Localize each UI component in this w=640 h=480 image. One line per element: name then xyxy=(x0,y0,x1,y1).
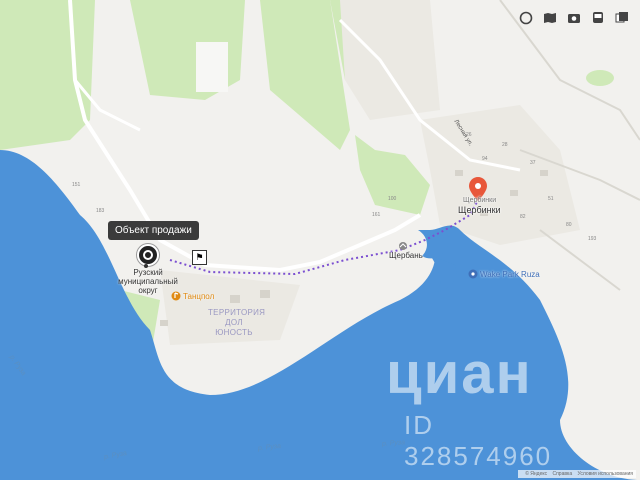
house-number: 37 xyxy=(530,160,536,166)
house-number: 82 xyxy=(520,214,526,220)
house-number: 193 xyxy=(588,236,597,242)
house-number: 28 xyxy=(502,142,508,148)
pedestrian-icon: ⚑ xyxy=(192,250,207,265)
house-number: 100 xyxy=(388,196,397,202)
transport-button[interactable] xyxy=(588,8,608,28)
camera-icon xyxy=(568,14,580,23)
building xyxy=(510,190,518,196)
municipality-label: Рузский муниципальный округ xyxy=(118,268,178,295)
help-link[interactable]: Справка xyxy=(552,471,572,477)
map-style-icon xyxy=(615,12,628,23)
panorama-button[interactable] xyxy=(540,8,560,28)
photo-button[interactable] xyxy=(564,8,584,28)
listing-callout[interactable]: Объект продажи xyxy=(108,221,199,240)
forest-patch xyxy=(586,70,614,86)
house-number: 51 xyxy=(548,196,554,202)
map-base-layer xyxy=(0,0,640,480)
village-label: Щербань xyxy=(389,251,423,260)
building xyxy=(455,170,463,176)
wake-park-icon[interactable] xyxy=(468,269,478,279)
watermark: циан ID 328574960 xyxy=(386,340,550,471)
map-canvas[interactable]: 151 161 183 26 94 28 37 51 82 80 100 193… xyxy=(0,0,640,480)
building xyxy=(230,295,240,303)
wake-park-label[interactable]: Wake Park Ruza xyxy=(480,270,540,279)
layers-button[interactable] xyxy=(516,8,536,28)
house-number: 94 xyxy=(482,156,488,162)
dance-floor-label[interactable]: Танцпол xyxy=(183,292,214,301)
bus-icon xyxy=(593,12,603,23)
map-toolbar xyxy=(516,8,632,28)
terms-link[interactable]: Условия использования xyxy=(578,471,634,477)
watermark-id: ID 328574960 xyxy=(404,410,553,471)
map-footer: © Яндекс Справка Условия использования xyxy=(518,470,636,478)
destination-label: Щербинки xyxy=(458,205,501,215)
house-number: 183 xyxy=(96,208,105,214)
forest-area xyxy=(0,0,95,150)
panorama-icon xyxy=(544,13,556,23)
house-number: 80 xyxy=(566,222,572,228)
field xyxy=(196,42,228,92)
building xyxy=(260,290,270,298)
listing-marker-icon[interactable] xyxy=(137,244,159,266)
map-style-button[interactable] xyxy=(612,8,632,28)
destination-label-small: Щербинки xyxy=(463,197,497,204)
territory-label: ТЕРРИТОРИЯ ДОЛ ЮНОСТЬ xyxy=(208,308,266,337)
map-copyright[interactable]: © Яндекс xyxy=(525,471,547,477)
layers-icon xyxy=(519,11,533,25)
building xyxy=(540,170,548,176)
watermark-brand: циан xyxy=(386,341,533,406)
village-icon xyxy=(399,242,407,250)
house-number: 161 xyxy=(372,212,381,218)
building xyxy=(160,320,168,326)
house-number: 151 xyxy=(72,182,81,188)
